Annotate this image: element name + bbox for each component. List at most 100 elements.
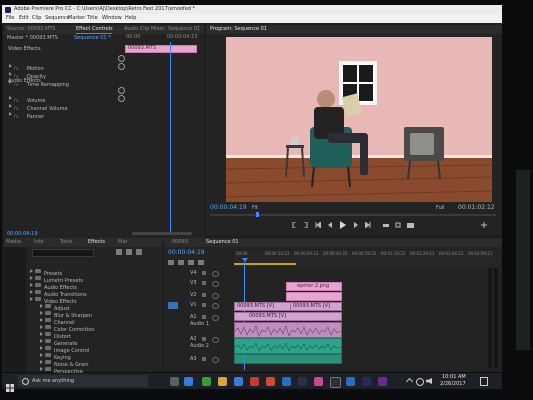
mark-out-icon[interactable] (302, 221, 310, 229)
track-eye-icon[interactable] (212, 293, 219, 299)
office-icon[interactable] (266, 377, 275, 386)
expand-arrow-icon[interactable] (30, 296, 33, 301)
tab-tools[interactable]: Tools (60, 240, 72, 245)
edge-icon[interactable] (184, 377, 193, 386)
reset-volume-icon[interactable] (118, 87, 125, 94)
media-encoder-icon[interactable] (378, 377, 387, 386)
track-lock-icon[interactable] (202, 357, 206, 361)
track-mute-icon[interactable] (212, 337, 219, 343)
tab-source[interactable]: Source: 00093.MTS (7, 27, 55, 32)
a1-audio-clip[interactable] (234, 322, 342, 338)
tab-program[interactable]: Program: Sequence 01 (210, 27, 267, 32)
tab-effects[interactable]: Effects (88, 240, 105, 245)
taskbar-date[interactable]: 2/26/2017 (440, 382, 466, 387)
program-timecode[interactable]: 00:00:04:19 (210, 205, 247, 211)
track-header[interactable]: A3 (164, 356, 234, 364)
task-view-icon[interactable] (170, 377, 179, 386)
reset-channel-volume-icon[interactable] (118, 95, 125, 102)
ec-clip-bar[interactable]: 00093.MTS (125, 45, 197, 53)
volume-icon[interactable] (426, 378, 432, 384)
mark-in-icon[interactable] (290, 221, 298, 229)
track-header[interactable]: V2 (164, 292, 234, 300)
timeline-playhead-head[interactable] (242, 258, 248, 262)
program-fit-select[interactable]: Fit (252, 206, 258, 211)
tab-audio-clip-mixer[interactable]: Audio Clip Mixer: Sequence 01 (124, 27, 200, 32)
app-icon[interactable] (314, 377, 323, 386)
v1-video-clip[interactable]: 00093.MTS [V] (234, 312, 342, 321)
program-video-frame[interactable] (226, 37, 492, 202)
menu-edit[interactable]: Edit (19, 16, 29, 21)
program-resolution-select[interactable]: Full (436, 206, 445, 211)
source-patch-v1[interactable] (168, 302, 178, 309)
track-header[interactable]: A2 Audio 2 (164, 336, 234, 349)
32bit-effects-icon[interactable] (126, 249, 132, 255)
chrome-icon[interactable] (202, 377, 211, 386)
app-icon-2[interactable] (330, 377, 341, 388)
extract-icon[interactable] (394, 221, 402, 229)
lift-icon[interactable] (382, 221, 390, 229)
step-forward-icon[interactable] (352, 221, 360, 229)
cortana-search-box[interactable]: Ask me anything (18, 375, 148, 387)
ec-playhead[interactable] (170, 42, 171, 232)
acrobat-icon[interactable] (250, 377, 259, 386)
track-lock-icon[interactable] (202, 293, 206, 297)
track-lock-icon[interactable] (202, 303, 206, 307)
word-icon[interactable] (282, 377, 291, 386)
track-lock-icon[interactable] (202, 337, 206, 341)
tab-info[interactable]: Info (34, 240, 43, 245)
play-icon[interactable] (338, 220, 348, 230)
v2-pink-clip[interactable] (286, 292, 342, 301)
add-marker-icon[interactable] (188, 260, 194, 265)
accelerated-effects-icon[interactable] (116, 249, 122, 255)
sequence-clip-label[interactable]: Sequence 01 * (74, 36, 111, 41)
network-icon[interactable] (416, 378, 424, 386)
reset-opacity-icon[interactable] (118, 63, 125, 70)
track-header[interactable]: A1 Audio 1 (164, 314, 234, 327)
ec-zoom-bar[interactable] (132, 232, 192, 235)
menu-sequence[interactable]: Sequence (45, 16, 70, 21)
track-lock-icon[interactable] (202, 281, 206, 285)
menu-clip[interactable]: Clip (32, 16, 41, 21)
tab-timeline-00093[interactable]: 00093 (172, 240, 188, 245)
menu-marker[interactable]: Marker (68, 16, 85, 21)
track-lock-icon[interactable] (202, 315, 206, 319)
snap-icon[interactable] (168, 260, 174, 265)
yuv-effects-icon[interactable] (136, 249, 142, 255)
menu-file[interactable]: File (6, 16, 14, 21)
master-clip-label[interactable]: Master * 00093.MTS (7, 36, 58, 41)
windows-start-icon[interactable] (6, 377, 14, 392)
go-to-out-icon[interactable] (364, 221, 372, 229)
track-mute-icon[interactable] (212, 315, 219, 321)
timeline-timecode[interactable]: 00:00:04:19 (168, 250, 205, 256)
linked-selection-icon[interactable] (178, 260, 184, 265)
tab-sequence-01[interactable]: Sequence 01 (206, 240, 239, 245)
track-eye-icon[interactable] (212, 271, 219, 277)
track-mute-icon[interactable] (212, 357, 219, 363)
tab-effect-controls[interactable]: Effect Controls (76, 27, 113, 32)
store-icon[interactable] (234, 377, 243, 386)
tab-markers[interactable]: Mar (118, 240, 127, 245)
v2-video-clip-b[interactable]: 00093.MTS [V] (290, 302, 342, 311)
tray-chevron-icon[interactable] (405, 377, 414, 386)
export-frame-icon[interactable] (406, 221, 414, 229)
menu-window[interactable]: Window (102, 16, 122, 21)
track-lock-icon[interactable] (202, 271, 206, 275)
premiere-task-icon[interactable] (362, 377, 371, 386)
ae-icon[interactable] (298, 377, 307, 386)
program-playhead[interactable] (256, 212, 259, 217)
track-header[interactable]: V1 (164, 302, 234, 310)
file-explorer-icon[interactable] (218, 377, 227, 386)
program-scrubber[interactable] (210, 214, 496, 216)
action-center-icon[interactable] (480, 377, 488, 386)
track-header[interactable]: V3 (164, 280, 234, 288)
taskbar-time[interactable]: 10:01 AM (442, 375, 466, 380)
a3-audio-clip[interactable] (234, 354, 342, 364)
reset-motion-icon[interactable] (118, 55, 125, 62)
a2-audio-clip[interactable] (234, 338, 342, 354)
track-eye-icon[interactable] (212, 281, 219, 287)
go-to-in-icon[interactable] (314, 221, 322, 229)
ec-timecode[interactable]: 00:00:04:19 (7, 232, 38, 237)
tab-media[interactable]: Media (6, 240, 21, 245)
effects-search-input[interactable] (32, 249, 94, 257)
menu-title[interactable]: Title (87, 16, 98, 21)
